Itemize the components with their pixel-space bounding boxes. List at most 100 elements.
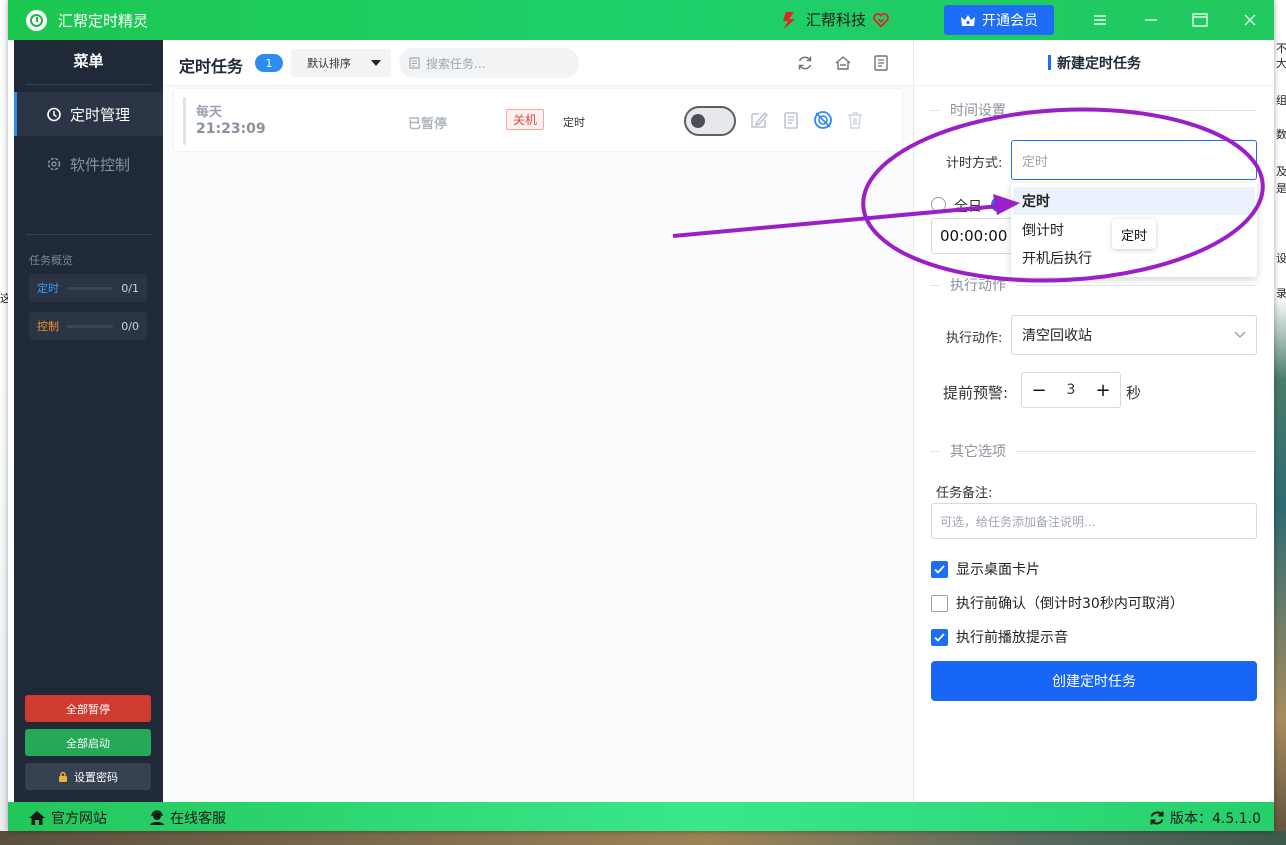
support-icon xyxy=(150,810,164,825)
overview-count: 0/0 xyxy=(121,319,139,333)
clock-icon xyxy=(47,107,61,122)
overview-count: 0/1 xyxy=(121,281,139,295)
disable-icon[interactable] xyxy=(812,109,834,131)
checkbox-checked[interactable] xyxy=(931,560,948,578)
divider xyxy=(26,234,151,235)
warning-value[interactable]: 3 xyxy=(1067,382,1076,398)
lock-icon xyxy=(59,771,67,782)
progress-bar xyxy=(67,286,114,290)
note-placeholder: 可选，给任务添加备注说明... xyxy=(940,514,1096,529)
home-clear-icon[interactable] xyxy=(834,54,852,72)
warning-unit: 秒 xyxy=(1126,384,1142,402)
copy-icon[interactable] xyxy=(780,109,802,131)
sidebar: 菜单 定时管理 软件控制 任务概览 定时 0/1 控制 0/0 全部暂停 全部启… xyxy=(14,40,163,802)
checkbox-checked[interactable] xyxy=(931,628,948,646)
checkbox-label: 执行前播放提示音 xyxy=(956,630,1068,646)
app-window: 汇帮定时精灵 汇帮科技 开通会员 菜单 定时管理 软件控制 任务概览 定时 0/… xyxy=(8,0,1274,831)
list-icon[interactable] xyxy=(872,54,890,72)
desktop-text: 是 xyxy=(1276,182,1286,195)
sort-select[interactable]: 默认排序 xyxy=(291,49,391,77)
overview-title: 任务概览 xyxy=(29,254,73,267)
radio-all-day[interactable] xyxy=(931,197,946,212)
minimize-icon[interactable] xyxy=(1136,8,1166,32)
gear-icon xyxy=(47,157,61,171)
nav-label: 定时管理 xyxy=(70,105,131,124)
desktop-text: 设 xyxy=(1276,252,1286,265)
official-website-link[interactable]: 官方网站 xyxy=(28,808,107,828)
divider xyxy=(26,84,151,85)
new-task-panel: 新建定时任务 时间设置 计时方式: 定时 全日 00:00:00 定时 倒计时 … xyxy=(913,40,1274,802)
vip-label: 开通会员 xyxy=(982,13,1038,29)
document-icon xyxy=(409,57,420,69)
task-time: 21:23:09 xyxy=(196,121,266,137)
sidebar-title: 菜单 xyxy=(73,52,104,70)
action-value: 清空回收站 xyxy=(1022,328,1092,344)
overview-row-timer: 定时 0/1 xyxy=(29,274,147,302)
close-icon[interactable] xyxy=(1235,8,1265,32)
task-frequency: 每天 xyxy=(196,105,223,120)
create-task-button[interactable]: 创建定时任务 xyxy=(931,661,1257,701)
nav-label: 软件控制 xyxy=(70,155,131,174)
menu-icon[interactable] xyxy=(1085,8,1115,32)
online-support-link[interactable]: 在线客服 xyxy=(149,808,226,828)
edit-icon[interactable] xyxy=(748,109,770,131)
task-enable-toggle[interactable] xyxy=(684,106,736,136)
nav-item-schedule[interactable]: 定时管理 xyxy=(14,92,163,136)
panel-title: 新建定时任务 xyxy=(914,53,1274,73)
timing-mode-placeholder: 定时 xyxy=(1022,154,1049,170)
desktop-text: 及 xyxy=(1276,165,1286,178)
home-icon xyxy=(29,811,45,825)
divider xyxy=(914,85,1274,86)
section-other-options: 其它选项 xyxy=(930,441,1256,461)
option-confirm-before[interactable]: 执行前确认（倒计时30秒内可取消） xyxy=(931,593,1184,613)
search-input[interactable]: 搜索任务... xyxy=(399,48,579,78)
maximize-icon[interactable] xyxy=(1185,8,1215,32)
caret-down-icon xyxy=(371,60,381,66)
checkbox-label: 显示桌面卡片 xyxy=(956,562,1040,578)
desktop-text: 大 xyxy=(1276,57,1286,70)
nav-item-software-control[interactable]: 软件控制 xyxy=(14,142,163,186)
overview-row-control: 控制 0/0 xyxy=(29,312,147,340)
action-select[interactable]: 清空回收站 xyxy=(1011,315,1257,355)
action-label: 执行动作: xyxy=(946,331,1003,346)
desktop-background-bottom xyxy=(0,831,1286,845)
brand-name: 汇帮科技 xyxy=(806,11,867,29)
section-action: 执行动作 xyxy=(930,275,1256,295)
desktop-text: 组 xyxy=(1276,94,1286,107)
status-bar: 官方网站 在线客服 版本：4.5.1.0 xyxy=(8,802,1274,831)
option-play-sound[interactable]: 执行前播放提示音 xyxy=(931,627,1068,647)
checkbox-unchecked[interactable] xyxy=(931,594,948,612)
heart-icon xyxy=(873,12,889,28)
crown-icon xyxy=(961,15,975,26)
page-title: 定时任务 xyxy=(179,57,244,76)
start-all-button[interactable]: 全部启动 xyxy=(25,729,151,756)
task-card[interactable]: 每天 21:23:09 已暂停 关机 定时 xyxy=(173,88,903,152)
task-list-header: 定时任务 1 默认排序 搜索任务... xyxy=(163,40,913,86)
sort-value: 默认排序 xyxy=(307,57,351,70)
task-status: 已暂停 xyxy=(408,117,448,132)
timing-mode-select[interactable]: 定时 xyxy=(1011,140,1257,180)
note-input[interactable]: 可选，给任务添加备注说明... xyxy=(931,503,1257,539)
vip-button[interactable]: 开通会员 xyxy=(944,5,1054,35)
increment-button[interactable]: + xyxy=(1094,380,1112,401)
set-password-label: 设置密码 xyxy=(74,770,118,784)
option-timer[interactable]: 定时 xyxy=(1013,187,1255,215)
overview-label: 控制 xyxy=(37,320,59,333)
delete-icon[interactable] xyxy=(844,109,866,131)
desktop-text: 数 xyxy=(1276,128,1286,141)
time-input[interactable]: 00:00:00 xyxy=(931,218,1021,254)
warning-stepper[interactable]: − 3 + xyxy=(1021,372,1121,408)
tooltip: 定时 xyxy=(1112,219,1156,249)
checkbox-label: 执行前确认（倒计时30秒内可取消） xyxy=(956,596,1184,612)
title-bar[interactable]: 汇帮定时精灵 汇帮科技 开通会员 xyxy=(8,0,1274,40)
pause-all-button[interactable]: 全部暂停 xyxy=(25,695,151,722)
radio-specific[interactable] xyxy=(991,197,1006,212)
decrement-button[interactable]: − xyxy=(1030,380,1048,401)
task-action-tag: 关机 xyxy=(506,109,545,130)
timing-mode-label: 计时方式: xyxy=(946,156,1003,171)
option-show-desktop-card[interactable]: 显示桌面卡片 xyxy=(931,559,1040,579)
task-count-badge: 1 xyxy=(255,54,283,72)
set-password-button[interactable]: 设置密码 xyxy=(25,763,151,790)
warning-label: 提前预警: xyxy=(943,384,1009,402)
refresh-icon[interactable] xyxy=(796,54,814,72)
